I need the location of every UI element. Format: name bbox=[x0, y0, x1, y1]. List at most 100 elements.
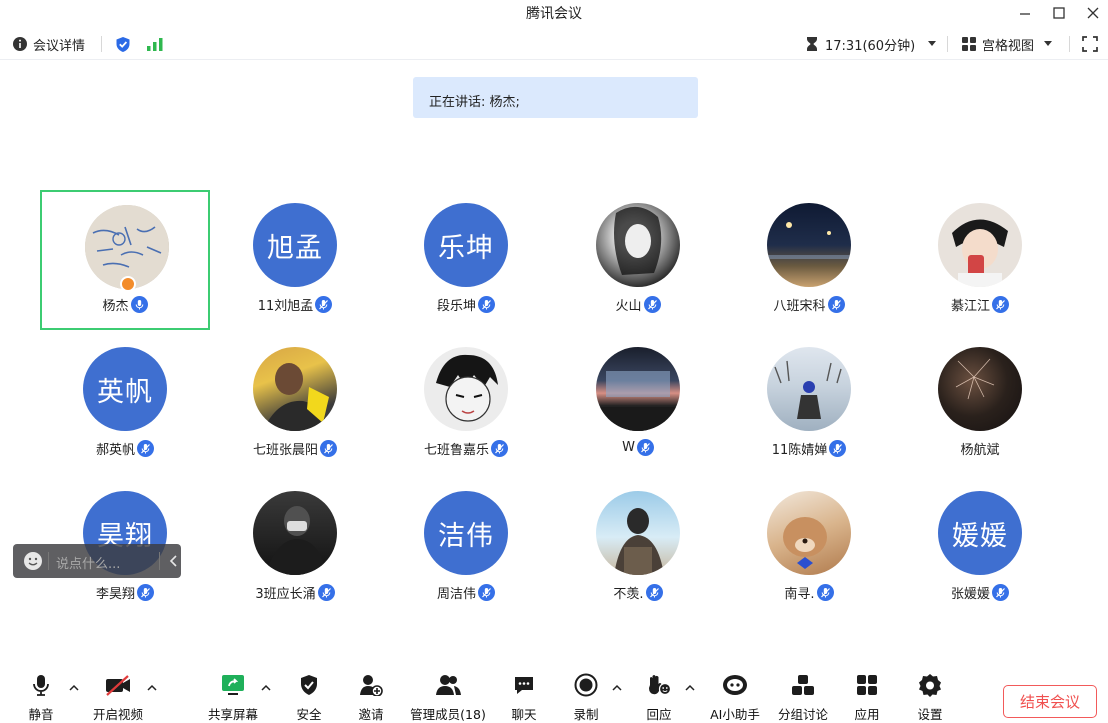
mic-muted-icon bbox=[636, 439, 654, 456]
members-icon bbox=[436, 675, 461, 695]
mute-button[interactable]: 静音 bbox=[22, 668, 60, 723]
security-label: 安全 bbox=[296, 707, 322, 722]
participant-tile[interactable]: 火山 bbox=[553, 190, 723, 330]
raise-hand-icon bbox=[649, 675, 672, 696]
ai-label: AI小助手 bbox=[710, 707, 760, 722]
record-button[interactable]: 录制 bbox=[567, 668, 605, 723]
night-scene-image bbox=[767, 222, 851, 259]
chevron-left-icon[interactable] bbox=[169, 555, 179, 567]
security-button[interactable]: 安全 bbox=[290, 668, 328, 723]
reaction-button[interactable]: 回应 bbox=[640, 668, 678, 723]
ai-assistant-button[interactable]: AI小助手 bbox=[705, 668, 765, 723]
close-button[interactable] bbox=[1075, 0, 1108, 26]
participant-tile[interactable]: 不羡. bbox=[553, 478, 723, 618]
mic-on-icon bbox=[130, 296, 148, 313]
participant-tile[interactable]: 杨航斌 bbox=[895, 334, 1065, 474]
dog-photo-image bbox=[783, 517, 827, 569]
anime-avatar-image bbox=[952, 219, 1008, 287]
view-mode-dropdown[interactable]: 宫格视图 bbox=[961, 28, 1053, 60]
mic-muted-icon bbox=[315, 296, 333, 313]
participant-name-row: 杨航斌 bbox=[895, 439, 1065, 458]
chevron-up-icon[interactable] bbox=[146, 682, 158, 692]
maximize-button[interactable] bbox=[1041, 0, 1077, 26]
participant-name-row: 七班张晨阳 bbox=[210, 439, 380, 458]
participant-tile[interactable]: 旭孟 11刘旭孟 bbox=[210, 190, 380, 330]
participant-avatar bbox=[424, 347, 508, 431]
chat-input[interactable]: 说点什么... bbox=[56, 553, 120, 572]
participant-avatar: 洁伟 bbox=[424, 491, 508, 575]
share-screen-icon bbox=[222, 675, 244, 695]
mic-muted-icon bbox=[992, 296, 1009, 313]
participant-name-row: 綦江江 bbox=[895, 295, 1065, 314]
meeting-details-button[interactable]: 会议详情 bbox=[12, 28, 85, 60]
participant-avatar bbox=[767, 347, 851, 431]
shield-check-icon bbox=[116, 36, 130, 52]
participant-tile[interactable]: 洁伟 周洁伟 bbox=[381, 478, 551, 618]
participant-avatar bbox=[938, 347, 1022, 431]
members-label: 管理成员(18) bbox=[410, 707, 486, 722]
mic-muted-icon bbox=[491, 440, 508, 457]
participant-name-row: 七班鲁嘉乐 bbox=[381, 439, 551, 458]
network-signal-indicator[interactable] bbox=[146, 28, 164, 60]
participant-name-row: 11陈婧婵 bbox=[724, 439, 894, 458]
breakout-rooms-button[interactable]: 分组讨论 bbox=[773, 668, 833, 723]
meeting-duration[interactable]: 17:31(60分钟) bbox=[805, 28, 937, 60]
chevron-up-icon[interactable] bbox=[68, 682, 80, 692]
emoji-icon[interactable] bbox=[23, 551, 43, 571]
participant-tile[interactable]: 乐坤 段乐坤 bbox=[381, 190, 551, 330]
participant-tile[interactable]: 11陈婧婵 bbox=[724, 334, 894, 474]
participant-tile[interactable]: W bbox=[553, 334, 723, 474]
participant-name-row: 郝英帆 bbox=[40, 439, 210, 458]
start-video-button[interactable]: 开启视频 bbox=[88, 668, 148, 723]
participant-tile[interactable]: 南寻. bbox=[724, 478, 894, 618]
participant-tile[interactable]: 八班宋科 bbox=[724, 190, 894, 330]
close-icon bbox=[1087, 7, 1099, 19]
participant-avatar bbox=[596, 491, 680, 575]
record-label: 录制 bbox=[573, 707, 599, 722]
participant-tile[interactable]: 媛媛 张媛媛 bbox=[895, 478, 1065, 618]
apps-label: 应用 bbox=[854, 707, 880, 722]
manage-members-button[interactable]: 管理成员(18) bbox=[407, 668, 489, 723]
participant-tile[interactable]: 英帆 郝英帆 bbox=[40, 334, 210, 474]
participant-name: 綦江江 bbox=[950, 299, 990, 314]
mic-muted-icon bbox=[478, 584, 495, 601]
mic-muted-icon bbox=[645, 584, 663, 601]
fullscreen-icon bbox=[1082, 36, 1098, 52]
invite-label: 邀请 bbox=[358, 707, 384, 722]
grid-view-icon bbox=[962, 37, 976, 51]
chevron-up-icon[interactable] bbox=[611, 682, 623, 692]
chevron-down-icon bbox=[1044, 41, 1053, 46]
security-shield-indicator[interactable] bbox=[115, 28, 131, 60]
share-screen-button[interactable]: 共享屏幕 bbox=[203, 668, 263, 723]
divider bbox=[159, 552, 160, 570]
participant-tile[interactable]: 七班鲁嘉乐 bbox=[381, 334, 551, 474]
participant-tile[interactable]: 七班张晨阳 bbox=[210, 334, 380, 474]
chat-button[interactable]: 聊天 bbox=[505, 668, 543, 723]
mic-muted-icon bbox=[827, 296, 845, 313]
participant-name: 杨航斌 bbox=[960, 443, 1000, 458]
participant-avatar bbox=[596, 203, 680, 287]
end-meeting-button[interactable]: 结束会议 bbox=[1003, 685, 1097, 718]
participant-avatar bbox=[253, 347, 337, 431]
chevron-up-icon[interactable] bbox=[260, 682, 272, 692]
participant-tile[interactable]: 綦江江 bbox=[895, 190, 1065, 330]
apps-button[interactable]: 应用 bbox=[848, 668, 886, 723]
quick-chat-bar[interactable]: 说点什么... bbox=[13, 544, 181, 578]
participant-tile[interactable]: 杨杰 bbox=[40, 190, 210, 330]
mic-muted-icon bbox=[992, 584, 1009, 601]
settings-button[interactable]: 设置 bbox=[911, 668, 949, 723]
participant-tile[interactable]: 3班应长涌 bbox=[210, 478, 380, 618]
minimize-button[interactable] bbox=[1007, 0, 1043, 26]
fullscreen-button[interactable] bbox=[1082, 28, 1098, 60]
chevron-up-icon[interactable] bbox=[684, 682, 696, 692]
shield-check-icon bbox=[301, 675, 317, 695]
chevron-down-icon bbox=[928, 41, 937, 46]
participant-avatar: 媛媛 bbox=[938, 491, 1022, 575]
divider bbox=[1069, 36, 1070, 52]
invite-button[interactable]: 邀请 bbox=[352, 668, 390, 723]
portrait-photo-image bbox=[614, 508, 664, 575]
participant-name-row: 3班应长涌 bbox=[210, 583, 380, 602]
view-mode-label: 宫格视图 bbox=[982, 38, 1035, 54]
participant-avatar: 旭孟 bbox=[253, 203, 337, 287]
masked-portrait-image bbox=[265, 506, 327, 575]
